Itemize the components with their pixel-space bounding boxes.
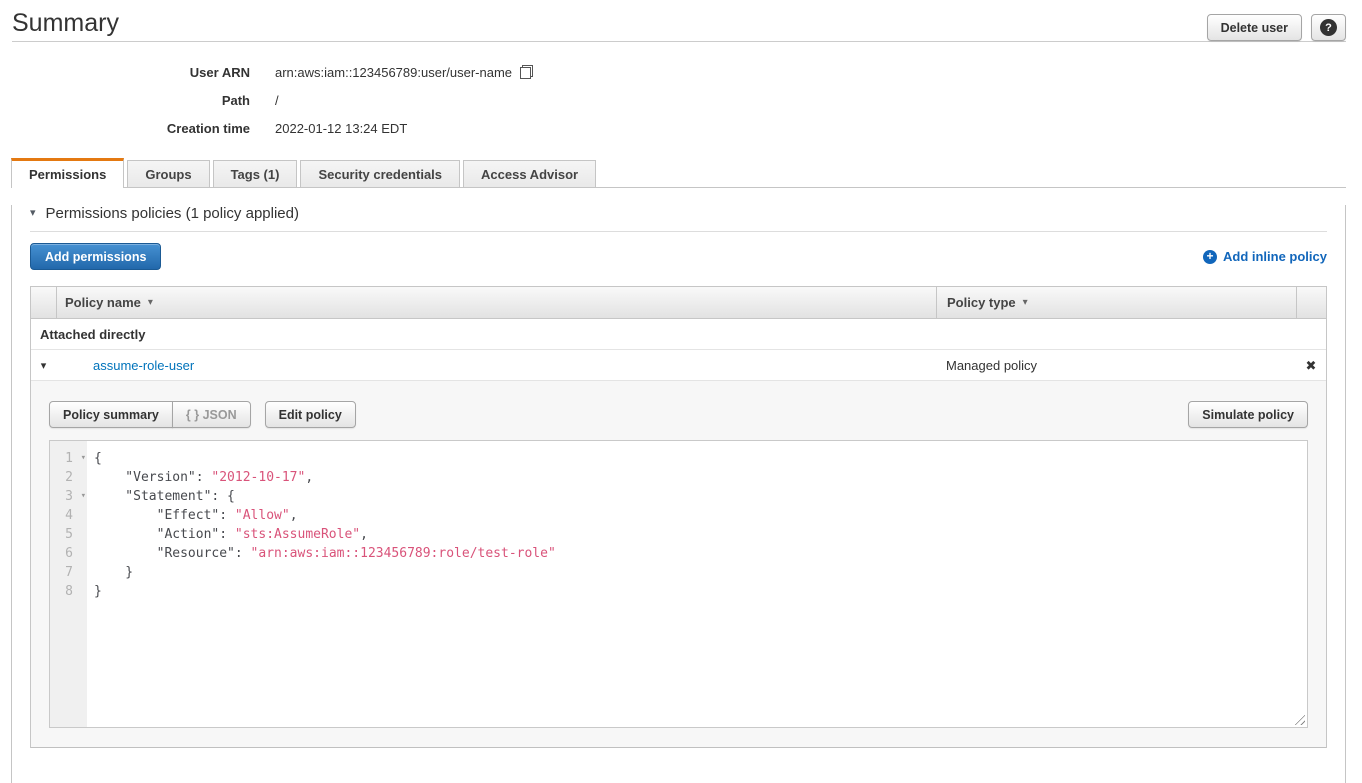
creation-time-value: 2022-01-12 13:24 EDT: [275, 121, 407, 136]
tab-permissions[interactable]: Permissions: [11, 158, 124, 188]
row-collapse-icon[interactable]: ▾: [41, 359, 47, 372]
page-header: Summary Delete user ?: [0, 0, 1362, 41]
code-line: }: [94, 582, 556, 601]
policy-type-value: Managed policy: [946, 358, 1037, 373]
user-details: User ARN arn:aws:iam::123456789:user/use…: [0, 58, 1362, 142]
editor-resize-handle[interactable]: [1292, 712, 1305, 725]
code-line: "Effect": "Allow",: [94, 506, 556, 525]
policies-table: Policy name ▾ Policy type ▾ Attached dir…: [30, 286, 1327, 748]
policy-summary-button[interactable]: Policy summary: [49, 401, 173, 428]
detail-row-path: Path /: [0, 86, 1362, 114]
header-actions-column: [1296, 287, 1326, 318]
edit-policy-button[interactable]: Edit policy: [265, 401, 356, 428]
section-divider: [30, 231, 1327, 232]
tab-panel: Permissions Groups Tags (1) Security cre…: [11, 158, 1346, 783]
permissions-tab-content: ▾ Permissions policies (1 policy applied…: [11, 205, 1346, 783]
tab-tags[interactable]: Tags (1): [213, 160, 298, 187]
code-line: "Action": "sts:AssumeRole",: [94, 525, 556, 544]
iam-user-summary-page: Summary Delete user ? User ARN arn:aws:i…: [0, 0, 1362, 783]
add-inline-policy-label: Add inline policy: [1223, 249, 1327, 264]
table-header-row: Policy name ▾ Policy type ▾: [31, 287, 1326, 319]
detail-row-creation-time: Creation time 2022-01-12 13:24 EDT: [0, 114, 1362, 142]
simulate-policy-button[interactable]: Simulate policy: [1188, 401, 1308, 428]
tab-groups[interactable]: Groups: [127, 160, 209, 187]
user-arn-label: User ARN: [0, 65, 250, 80]
path-value: /: [275, 93, 279, 108]
json-view-button[interactable]: { } JSON: [172, 401, 251, 428]
editor-line-number-gutter: 1▾ 2 3▾ 4 5 6 7 8: [50, 441, 87, 727]
code-line: "Statement": {: [94, 487, 556, 506]
code-line: {: [94, 449, 556, 468]
header-divider: [12, 41, 1346, 42]
page-title: Summary: [12, 8, 119, 38]
copy-icon[interactable]: [520, 65, 533, 79]
json-policy-editor[interactable]: 1▾ 2 3▾ 4 5 6 7 8 { "Version": "2012-10-…: [49, 440, 1308, 728]
help-button[interactable]: ?: [1311, 14, 1346, 41]
path-label: Path: [0, 93, 250, 108]
help-icon: ?: [1320, 19, 1337, 36]
remove-policy-icon[interactable]: ✖: [1306, 359, 1317, 372]
tab-security-credentials[interactable]: Security credentials: [300, 160, 460, 187]
header-actions: Delete user ?: [1207, 8, 1346, 41]
add-permissions-button[interactable]: Add permissions: [30, 243, 161, 270]
section-title: Permissions policies (1 policy applied): [46, 205, 299, 222]
sort-caret-icon: ▾: [148, 297, 153, 308]
column-header-policy-name[interactable]: Policy name ▾: [56, 287, 936, 318]
header-expander-column: [31, 287, 56, 318]
permissions-policies-section-toggle[interactable]: ▾ Permissions policies (1 policy applied…: [30, 205, 1327, 222]
fold-icon[interactable]: ▾: [81, 449, 86, 468]
sort-caret-icon: ▾: [1023, 297, 1028, 308]
policy-detail-panel: Policy summary { } JSON Edit policy Simu…: [31, 381, 1326, 748]
policy-row-assume-role-user: ▾ assume-role-user Managed policy ✖: [31, 350, 1326, 381]
user-arn-value: arn:aws:iam::123456789:user/user-name: [275, 65, 512, 80]
section-collapse-icon: ▾: [30, 208, 36, 219]
add-inline-policy-link[interactable]: + Add inline policy: [1203, 249, 1327, 264]
group-row-attached-directly: Attached directly: [31, 319, 1326, 350]
code-line: "Resource": "arn:aws:iam::123456789:role…: [94, 544, 556, 563]
detail-row-user-arn: User ARN arn:aws:iam::123456789:user/use…: [0, 58, 1362, 86]
policy-name-link[interactable]: assume-role-user: [93, 358, 194, 373]
tab-access-advisor[interactable]: Access Advisor: [463, 160, 596, 187]
policy-view-button-group: Policy summary { } JSON Edit policy: [49, 401, 356, 428]
column-header-policy-type[interactable]: Policy type ▾: [936, 287, 1296, 318]
tab-bar: Permissions Groups Tags (1) Security cre…: [11, 158, 1346, 188]
code-line: }: [94, 563, 556, 582]
code-line: "Version": "2012-10-17",: [94, 468, 556, 487]
creation-time-label: Creation time: [0, 121, 250, 136]
plus-circle-icon: +: [1203, 250, 1217, 264]
editor-code-area: { "Version": "2012-10-17", "Statement": …: [87, 441, 556, 727]
policy-actions-row: Add permissions + Add inline policy: [30, 243, 1327, 270]
fold-icon[interactable]: ▾: [81, 487, 86, 506]
policy-detail-buttons: Policy summary { } JSON Edit policy Simu…: [49, 401, 1308, 428]
delete-user-button[interactable]: Delete user: [1207, 14, 1302, 41]
